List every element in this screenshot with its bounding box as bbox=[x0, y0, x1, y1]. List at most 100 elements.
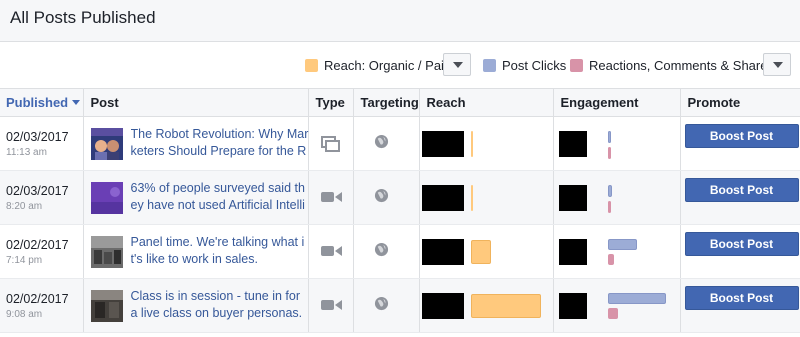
reach-legend-swatch bbox=[305, 59, 318, 72]
promote-cell: Boost Post bbox=[679, 116, 800, 171]
reactions-legend-swatch bbox=[570, 59, 583, 72]
reach-bar bbox=[470, 294, 541, 318]
post-type-icon bbox=[320, 298, 343, 317]
published-time: 7:14 pm bbox=[6, 255, 43, 266]
table-header-row: Published Post Type Targeting Reach Enga… bbox=[0, 88, 800, 117]
post-cell: The Robot Revolution: Why Marketers Shou… bbox=[82, 116, 309, 171]
targeting-cell bbox=[352, 170, 419, 225]
clicks-bar bbox=[607, 131, 611, 143]
post-link[interactable]: 63% of people surveyed said they have no… bbox=[131, 180, 309, 216]
clicks-bar bbox=[607, 239, 637, 250]
redacted-reach-value bbox=[421, 185, 464, 211]
post-type-icon bbox=[320, 244, 343, 263]
clicks-bar bbox=[607, 185, 612, 197]
engagement-cell bbox=[552, 224, 680, 279]
post-type-icon bbox=[320, 136, 341, 157]
targeting-icon[interactable] bbox=[374, 296, 389, 316]
globe-icon bbox=[374, 296, 388, 311]
boost-post-button[interactable]: Boost Post bbox=[684, 124, 799, 148]
reach-cell bbox=[418, 116, 553, 171]
post-type-icon bbox=[320, 190, 343, 209]
table-row: 02/03/2017 8:20 am 63% of people surveyed … bbox=[0, 170, 800, 225]
column-header-type[interactable]: Type bbox=[307, 88, 353, 117]
table-row: 02/02/2017 7:14 pm Panel time. We're talki… bbox=[0, 224, 800, 279]
chevron-down-icon bbox=[773, 62, 783, 68]
published-time: 9:08 am bbox=[6, 309, 43, 320]
video-icon bbox=[320, 300, 342, 310]
table-row: 02/02/2017 9:08 am Class is in session - t… bbox=[0, 278, 800, 333]
post-link[interactable]: The Robot Revolution: Why Marketers Shou… bbox=[131, 126, 309, 162]
post-link[interactable]: Class is in session - tune in for a live… bbox=[131, 288, 309, 324]
sort-desc-icon bbox=[72, 100, 81, 105]
engagement-dropdown-button[interactable] bbox=[763, 53, 791, 76]
reach-cell bbox=[418, 278, 553, 333]
column-header-published[interactable]: Published bbox=[0, 88, 83, 117]
globe-icon bbox=[374, 242, 388, 257]
multi-image-icon bbox=[320, 136, 340, 152]
redacted-reach-value bbox=[421, 131, 464, 157]
posts-table: Published Post Type Targeting Reach Enga… bbox=[0, 88, 800, 333]
column-header-post[interactable]: Post bbox=[82, 88, 308, 117]
page-header: All Posts Published bbox=[0, 0, 800, 42]
promote-cell: Boost Post bbox=[679, 170, 800, 225]
targeting-cell bbox=[352, 278, 419, 333]
published-date: 02/02/2017 bbox=[6, 292, 69, 306]
reactions-legend-label: Reactions, Comments & Shares bbox=[589, 58, 774, 73]
column-header-published-label: Published bbox=[6, 95, 69, 110]
clicks-legend-swatch bbox=[483, 59, 496, 72]
boost-post-button[interactable]: Boost Post bbox=[684, 232, 799, 256]
legend-bar: Reach: Organic / Paid Post Clicks Reacti… bbox=[0, 42, 800, 88]
published-cell: 02/03/2017 11:13 am bbox=[0, 116, 83, 171]
targeting-icon[interactable] bbox=[374, 188, 389, 208]
published-cell: 02/02/2017 9:08 am bbox=[0, 278, 83, 333]
post-cell: Panel time. We're talking what it's like… bbox=[82, 224, 309, 279]
column-header-targeting[interactable]: Targeting bbox=[352, 88, 419, 117]
table-row: 02/03/2017 11:13 am The Robot Revolution: … bbox=[0, 116, 800, 171]
post-cell: 63% of people surveyed said they have no… bbox=[82, 170, 309, 225]
reach-cell bbox=[418, 224, 553, 279]
reactions-bar bbox=[607, 147, 611, 159]
type-cell bbox=[307, 116, 353, 171]
reach-bar bbox=[470, 240, 491, 264]
video-icon bbox=[320, 246, 342, 256]
post-link[interactable]: Panel time. We're talking what it's like… bbox=[131, 234, 309, 270]
engagement-cell bbox=[552, 170, 680, 225]
globe-icon bbox=[374, 188, 388, 203]
clicks-bar bbox=[607, 293, 666, 304]
redacted-reach-value bbox=[421, 293, 464, 319]
published-date: 02/03/2017 bbox=[6, 184, 69, 198]
targeting-icon[interactable] bbox=[374, 134, 389, 154]
chevron-down-icon bbox=[453, 62, 463, 68]
reach-bar bbox=[470, 131, 473, 157]
reactions-bar bbox=[607, 308, 618, 319]
targeting-icon[interactable] bbox=[374, 242, 389, 262]
promote-cell: Boost Post bbox=[679, 278, 800, 333]
column-header-reach[interactable]: Reach bbox=[418, 88, 553, 117]
published-time: 11:13 am bbox=[6, 147, 47, 158]
targeting-cell bbox=[352, 116, 419, 171]
clicks-legend-label: Post Clicks bbox=[502, 58, 567, 73]
reactions-bar bbox=[607, 254, 614, 265]
boost-post-button[interactable]: Boost Post bbox=[684, 178, 799, 202]
reach-bar bbox=[470, 185, 473, 211]
redacted-engagement-value bbox=[558, 293, 587, 319]
column-header-promote[interactable]: Promote bbox=[679, 88, 800, 117]
engagement-cell bbox=[552, 278, 680, 333]
promote-cell: Boost Post bbox=[679, 224, 800, 279]
reach-dropdown-button[interactable] bbox=[443, 53, 471, 76]
type-cell bbox=[307, 224, 353, 279]
redacted-engagement-value bbox=[558, 185, 587, 211]
targeting-cell bbox=[352, 224, 419, 279]
reach-cell bbox=[418, 170, 553, 225]
type-cell bbox=[307, 278, 353, 333]
video-icon bbox=[320, 192, 342, 202]
published-date: 02/03/2017 bbox=[6, 130, 69, 144]
boost-post-button[interactable]: Boost Post bbox=[684, 286, 799, 310]
page-title: All Posts Published bbox=[10, 8, 156, 27]
post-cell: Class is in session - tune in for a live… bbox=[82, 278, 309, 333]
redacted-engagement-value bbox=[558, 239, 587, 265]
engagement-cell bbox=[552, 116, 680, 171]
column-header-engagement[interactable]: Engagement bbox=[552, 88, 680, 117]
published-time: 8:20 am bbox=[6, 201, 43, 212]
redacted-engagement-value bbox=[558, 131, 587, 157]
